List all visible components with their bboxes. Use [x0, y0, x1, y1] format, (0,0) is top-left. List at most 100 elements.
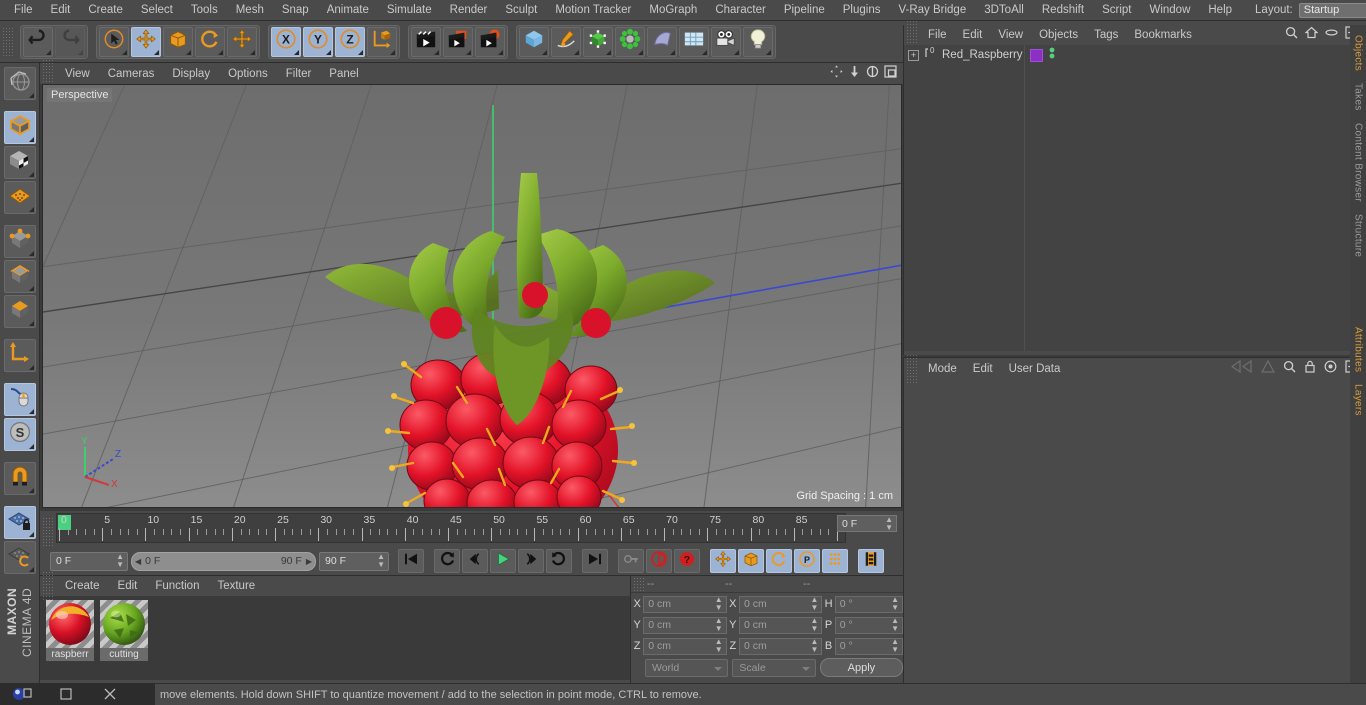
rotation-key-button[interactable]	[766, 549, 792, 573]
step-forward-button[interactable]	[518, 549, 544, 573]
render-view-button[interactable]	[411, 26, 441, 57]
coord-size-z-field[interactable]: 0 cm ▲ ▼	[738, 637, 823, 655]
dolly-icon[interactable]	[848, 65, 861, 83]
coordinate-system-dropdown[interactable]: World	[645, 658, 729, 677]
step-back-button[interactable]	[462, 549, 488, 573]
menu-item-create[interactable]: Create	[56, 580, 109, 592]
menu-item-character[interactable]: Character	[706, 0, 775, 21]
menu-item-mograph[interactable]: MoGraph	[640, 0, 706, 21]
coord-size-y-field[interactable]: 0 cm ▲ ▼	[738, 616, 823, 634]
workplane-mode-button[interactable]	[3, 181, 36, 214]
menu-item-edit[interactable]: Edit	[955, 29, 991, 41]
timeline-frame-field[interactable]: 0 F ▲ ▼	[837, 515, 897, 532]
home-icon[interactable]	[1304, 26, 1319, 44]
points-mode-button[interactable]	[3, 225, 36, 258]
spinner-icon[interactable]: ▲ ▼	[891, 638, 899, 654]
coord-rotation-p-field[interactable]: 0 ° ▲ ▼	[834, 616, 903, 634]
object-row[interactable]: +0 Red_Raspberry	[904, 45, 1366, 65]
add-cube-button[interactable]	[519, 26, 549, 57]
soft-selection-button[interactable]: S	[3, 418, 36, 451]
add-generator-button[interactable]	[583, 26, 613, 57]
keyframe-selection-button[interactable]: ?	[674, 549, 700, 573]
menu-item-tags[interactable]: Tags	[1086, 29, 1126, 41]
menu-item-user-data[interactable]: User Data	[1001, 363, 1069, 375]
spinner-icon[interactable]: ▲ ▼	[891, 596, 899, 612]
viewport-solo-button[interactable]	[3, 383, 36, 416]
rotate-tool-button[interactable]	[195, 26, 225, 57]
left-arrow-icon[interactable]	[1230, 359, 1253, 378]
spinner-icon[interactable]: ▲ ▼	[715, 596, 723, 612]
menu-item-simulate[interactable]: Simulate	[378, 0, 441, 21]
add-light-button[interactable]	[743, 26, 773, 57]
go-to-previous-key-button[interactable]	[434, 549, 460, 573]
rotate-view-icon[interactable]	[866, 65, 879, 83]
ellipse-icon[interactable]	[1325, 26, 1338, 44]
move-tool-button[interactable]	[131, 26, 161, 57]
add-spline-button[interactable]	[551, 26, 581, 57]
coord-position-z-field[interactable]: 0 cm ▲ ▼	[643, 637, 727, 655]
add-deformer-button[interactable]	[647, 26, 677, 57]
coord-position-x-field[interactable]: 0 cm ▲ ▼	[643, 595, 727, 613]
menu-item-edit[interactable]: Edit	[109, 580, 147, 592]
menu-item-animate[interactable]: Animate	[318, 0, 378, 21]
cutting-material[interactable]: cutting	[100, 600, 148, 680]
lock-y-button[interactable]: Y	[303, 26, 333, 57]
live-selection-button[interactable]	[99, 26, 129, 57]
menu-item-function[interactable]: Function	[146, 580, 208, 592]
object-tree[interactable]: +0 Red_Raspberry	[904, 45, 1366, 351]
apply-button[interactable]: Apply	[819, 658, 904, 677]
range-left-arrow-icon[interactable]: ◀	[135, 557, 141, 566]
menu-item-script[interactable]: Script	[1093, 0, 1140, 21]
size-mode-dropdown[interactable]: Scale	[732, 658, 816, 677]
model-mode-button[interactable]	[3, 111, 36, 144]
menu-item-objects[interactable]: Objects	[1031, 29, 1086, 41]
menu-item-options[interactable]: Options	[219, 68, 277, 80]
texture-mode-button[interactable]	[3, 146, 36, 179]
menu-item-3dtoall[interactable]: 3DToAll	[975, 0, 1033, 21]
layout-dropdown[interactable]: Startup	[1298, 2, 1366, 18]
search-icon[interactable]	[1283, 360, 1296, 378]
add-floor-button[interactable]	[679, 26, 709, 57]
material-tag[interactable]	[1030, 48, 1043, 62]
menu-item-file[interactable]: File	[920, 29, 955, 41]
menu-item-pipeline[interactable]: Pipeline	[775, 0, 834, 21]
menu-item-snap[interactable]: Snap	[273, 0, 318, 21]
menu-item-tools[interactable]: Tools	[182, 0, 227, 21]
menu-item-texture[interactable]: Texture	[208, 580, 264, 592]
target-icon[interactable]	[1324, 360, 1337, 378]
search-icon[interactable]	[1285, 26, 1298, 44]
spinner-icon[interactable]: ▲ ▼	[810, 596, 818, 612]
coord-rotation-b-field[interactable]: 0 ° ▲ ▼	[834, 637, 903, 655]
menu-item-mesh[interactable]: Mesh	[227, 0, 273, 21]
play-button[interactable]	[490, 549, 516, 573]
menu-item-panel[interactable]: Panel	[320, 68, 367, 80]
spinner-icon[interactable]: ▲ ▼	[891, 617, 899, 633]
spinner-icon[interactable]: ▲ ▼	[715, 617, 723, 633]
menu-item-view[interactable]: View	[990, 29, 1031, 41]
dock-tab-layers[interactable]: Layers	[1352, 378, 1365, 422]
close-icon[interactable]	[88, 683, 132, 705]
render-to-picture-viewer-button[interactable]	[443, 26, 473, 57]
add-array-button[interactable]	[615, 26, 645, 57]
square-icon[interactable]	[44, 683, 88, 705]
autokeying-button[interactable]	[646, 549, 672, 573]
record-active-objects-button[interactable]	[618, 549, 644, 573]
raspberry-material[interactable]: raspberr	[46, 600, 94, 680]
spinner-icon[interactable]: ▲ ▼	[715, 638, 723, 654]
pan-icon[interactable]	[830, 65, 843, 83]
spinner-icon[interactable]: ▲ ▼	[377, 553, 385, 569]
material-list[interactable]: raspberr cutting	[40, 596, 630, 680]
spinner-icon[interactable]: ▲ ▼	[885, 515, 893, 532]
go-to-next-key-button[interactable]	[546, 549, 572, 573]
edges-mode-button[interactable]	[3, 260, 36, 293]
point-level-animation-button[interactable]	[822, 549, 848, 573]
spinner-icon[interactable]: ▲ ▼	[810, 638, 818, 654]
menu-item-v-ray-bridge[interactable]: V-Ray Bridge	[889, 0, 975, 21]
preview-range-slider[interactable]: ◀ 0 F 90 F ▶	[131, 551, 316, 571]
rotate-workplane-button[interactable]	[3, 541, 36, 574]
perspective-viewport[interactable]: Perspective Grid Spacing : 1 cm Y Z X	[42, 84, 902, 508]
menu-item-edit[interactable]: Edit	[42, 0, 80, 21]
menu-item-create[interactable]: Create	[79, 0, 132, 21]
menu-item-mode[interactable]: Mode	[920, 363, 965, 375]
menu-item-filter[interactable]: Filter	[277, 68, 321, 80]
